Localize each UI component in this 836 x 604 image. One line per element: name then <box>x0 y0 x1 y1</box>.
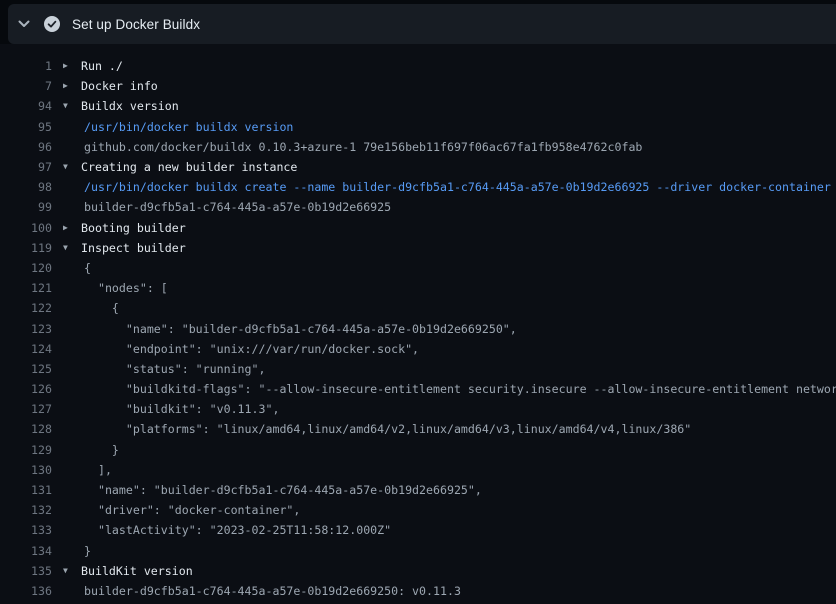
log-line-row: 130 ], <box>0 460 836 480</box>
command-text: /usr/bin/docker buildx create --name bui… <box>52 180 831 194</box>
line-number[interactable]: 120 <box>0 261 52 275</box>
line-number[interactable]: 1 <box>0 59 52 73</box>
output-text: "nodes": [ <box>52 281 168 295</box>
group-title: Buildx version <box>81 99 179 113</box>
line-number[interactable]: 128 <box>0 422 52 436</box>
output-text: "platforms": "linux/amd64,linux/amd64/v2… <box>52 422 691 436</box>
log-group-row[interactable]: 135 ▼BuildKit version <box>0 561 836 581</box>
log-line-row: 131 "name": "builder-d9cfb5a1-c764-445a-… <box>0 480 836 500</box>
line-number[interactable]: 123 <box>0 322 52 336</box>
caret-right-icon: ▶ <box>62 56 81 76</box>
output-text: "buildkitd-flags": "--allow-insecure-ent… <box>52 382 836 396</box>
log-line-row: 132 "driver": "docker-container", <box>0 500 836 520</box>
group-title: Run ./ <box>81 59 123 73</box>
log-line-row: 136builder-d9cfb5a1-c764-445a-a57e-0b19d… <box>0 581 836 601</box>
log-line-row: 124 "endpoint": "unix:///var/run/docker.… <box>0 339 836 359</box>
output-text: ], <box>52 463 112 477</box>
log-rows: 1▶Run ./7▶Docker info94▼Buildx version95… <box>0 56 836 601</box>
command-text: /usr/bin/docker buildx version <box>52 120 293 134</box>
log-line-row: 125 "status": "running", <box>0 359 836 379</box>
group-title: Docker info <box>81 79 158 93</box>
log-group-row[interactable]: 97 ▼Creating a new builder instance <box>0 157 836 177</box>
line-number[interactable]: 7 <box>0 79 52 93</box>
line-number[interactable]: 133 <box>0 523 52 537</box>
output-text: } <box>52 443 119 457</box>
line-number[interactable]: 95 <box>0 120 52 134</box>
log-line-row: 126 "buildkitd-flags": "--allow-insecure… <box>0 379 836 399</box>
output-text: "lastActivity": "2023-02-25T11:58:12.000… <box>52 523 391 537</box>
group-title: BuildKit version <box>81 564 193 578</box>
output-text: builder-d9cfb5a1-c764-445a-a57e-0b19d2e6… <box>52 584 461 598</box>
output-text: github.com/docker/buildx 0.10.3+azure-1 … <box>52 140 642 154</box>
line-number[interactable]: 121 <box>0 281 52 295</box>
line-number[interactable]: 132 <box>0 503 52 517</box>
line-number[interactable]: 99 <box>0 200 52 214</box>
log-line-row: 134} <box>0 541 836 561</box>
line-number[interactable]: 125 <box>0 362 52 376</box>
line-number[interactable]: 100 <box>0 221 52 235</box>
line-number[interactable]: 98 <box>0 180 52 194</box>
line-number[interactable]: 131 <box>0 483 52 497</box>
log-line-row: 120{ <box>0 258 836 278</box>
line-number[interactable]: 127 <box>0 402 52 416</box>
line-number[interactable]: 96 <box>0 140 52 154</box>
caret-down-icon: ▼ <box>62 238 81 258</box>
line-number[interactable]: 130 <box>0 463 52 477</box>
output-text: { <box>52 301 119 315</box>
line-number[interactable]: 97 <box>0 160 52 174</box>
line-number[interactable]: 136 <box>0 584 52 598</box>
log-line-row: 129 } <box>0 440 836 460</box>
chevron-down-icon <box>16 16 32 32</box>
line-number[interactable]: 122 <box>0 301 52 315</box>
line-number[interactable]: 129 <box>0 443 52 457</box>
caret-right-icon: ▶ <box>62 76 81 96</box>
output-text: "name": "builder-d9cfb5a1-c764-445a-a57e… <box>52 322 517 336</box>
log-group-row[interactable]: 119 ▼Inspect builder <box>0 238 836 258</box>
line-number[interactable]: 94 <box>0 99 52 113</box>
step-title: Set up Docker Buildx <box>72 17 200 32</box>
check-circle-icon <box>44 16 60 32</box>
log-line-row: 96github.com/docker/buildx 0.10.3+azure-… <box>0 137 836 157</box>
log-group-row[interactable]: 1 ▶Run ./ <box>0 56 836 76</box>
output-text: { <box>52 261 91 275</box>
output-text: "status": "running", <box>52 362 265 376</box>
log-line-row: 128 "platforms": "linux/amd64,linux/amd6… <box>0 419 836 439</box>
line-number[interactable]: 126 <box>0 382 52 396</box>
group-title: Booting builder <box>81 221 186 235</box>
log-line-row: 127 "buildkit": "v0.11.3", <box>0 399 836 419</box>
group-title: Inspect builder <box>81 241 186 255</box>
step-header[interactable]: Set up Docker Buildx <box>8 4 836 44</box>
output-text: "name": "builder-d9cfb5a1-c764-445a-a57e… <box>52 483 482 497</box>
caret-down-icon: ▼ <box>62 561 81 581</box>
log-group-row[interactable]: 100 ▶Booting builder <box>0 218 836 238</box>
output-text: "driver": "docker-container", <box>52 503 300 517</box>
output-text: } <box>52 544 91 558</box>
line-number[interactable]: 134 <box>0 544 52 558</box>
log-line-row: 133 "lastActivity": "2023-02-25T11:58:12… <box>0 520 836 540</box>
output-text: builder-d9cfb5a1-c764-445a-a57e-0b19d2e6… <box>52 200 391 214</box>
line-number[interactable]: 124 <box>0 342 52 356</box>
output-text: "buildkit": "v0.11.3", <box>52 402 279 416</box>
log-line-row: 98/usr/bin/docker buildx create --name b… <box>0 177 836 197</box>
output-text: "endpoint": "unix:///var/run/docker.sock… <box>52 342 419 356</box>
line-number[interactable]: 135 <box>0 564 52 578</box>
line-number[interactable]: 119 <box>0 241 52 255</box>
log-line-row: 95/usr/bin/docker buildx version <box>0 117 836 137</box>
group-title: Creating a new builder instance <box>81 160 297 174</box>
log-group-row[interactable]: 7 ▶Docker info <box>0 76 836 96</box>
log-line-row: 121 "nodes": [ <box>0 278 836 298</box>
caret-down-icon: ▼ <box>62 96 81 116</box>
caret-down-icon: ▼ <box>62 157 81 177</box>
caret-right-icon: ▶ <box>62 218 81 238</box>
log-line-row: 123 "name": "builder-d9cfb5a1-c764-445a-… <box>0 318 836 338</box>
log-group-row[interactable]: 94 ▼Buildx version <box>0 96 836 116</box>
log-panel: 1▶Run ./7▶Docker info94▼Buildx version95… <box>0 44 836 604</box>
log-line-row: 122 { <box>0 298 836 318</box>
log-line-row: 99builder-d9cfb5a1-c764-445a-a57e-0b19d2… <box>0 197 836 217</box>
